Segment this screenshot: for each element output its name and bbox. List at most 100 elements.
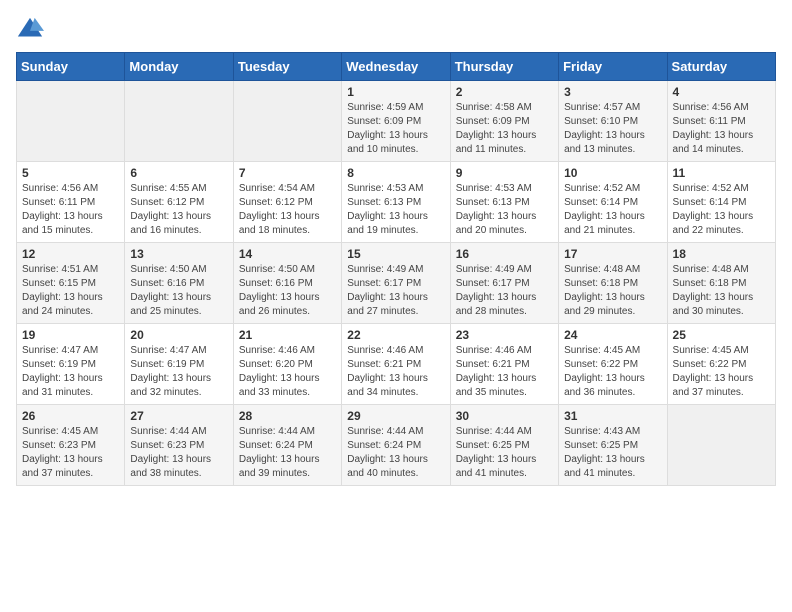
day-info: Sunrise: 4:47 AM Sunset: 6:19 PM Dayligh… (130, 344, 227, 400)
day-cell-9: 9 Sunrise: 4:53 AM Sunset: 6:13 PM Daylig… (450, 162, 558, 243)
calendar-header-row: SundayMondayTuesdayWednesdayThursdayFrid… (17, 53, 776, 81)
day-number: 11 (673, 166, 770, 180)
header-thursday: Thursday (450, 53, 558, 81)
day-number: 24 (564, 328, 661, 342)
day-number: 12 (22, 247, 119, 261)
day-cell-1: 1 Sunrise: 4:59 AM Sunset: 6:09 PM Daylig… (342, 81, 450, 162)
day-number: 6 (130, 166, 227, 180)
header-monday: Monday (125, 53, 233, 81)
logo-icon (16, 16, 44, 44)
calendar-table: SundayMondayTuesdayWednesdayThursdayFrid… (16, 52, 776, 486)
day-number: 2 (456, 85, 553, 99)
day-info: Sunrise: 4:46 AM Sunset: 6:21 PM Dayligh… (347, 344, 444, 400)
day-cell-22: 22 Sunrise: 4:46 AM Sunset: 6:21 PM Dayli… (342, 324, 450, 405)
day-number: 26 (22, 409, 119, 423)
day-info: Sunrise: 4:44 AM Sunset: 6:24 PM Dayligh… (239, 425, 336, 481)
day-info: Sunrise: 4:55 AM Sunset: 6:12 PM Dayligh… (130, 182, 227, 238)
day-number: 17 (564, 247, 661, 261)
day-number: 18 (673, 247, 770, 261)
day-info: Sunrise: 4:43 AM Sunset: 6:25 PM Dayligh… (564, 425, 661, 481)
day-cell-24: 24 Sunrise: 4:45 AM Sunset: 6:22 PM Dayli… (559, 324, 667, 405)
day-cell-11: 11Sunrise: 4:52 AM Sunset: 6:14 PM Dayli… (667, 162, 775, 243)
day-cell-19: 19Sunrise: 4:47 AM Sunset: 6:19 PM Dayli… (17, 324, 125, 405)
day-info: Sunrise: 4:45 AM Sunset: 6:22 PM Dayligh… (564, 344, 661, 400)
header-tuesday: Tuesday (233, 53, 341, 81)
header-sunday: Sunday (17, 53, 125, 81)
day-cell-5: 5 Sunrise: 4:56 AM Sunset: 6:11 PM Daylig… (17, 162, 125, 243)
day-cell-28: 28Sunrise: 4:44 AM Sunset: 6:24 PM Dayli… (233, 405, 341, 486)
day-number: 10 (564, 166, 661, 180)
header-saturday: Saturday (667, 53, 775, 81)
day-number: 14 (239, 247, 336, 261)
day-number: 3 (564, 85, 661, 99)
day-info: Sunrise: 4:49 AM Sunset: 6:17 PM Dayligh… (347, 263, 444, 319)
day-number: 25 (673, 328, 770, 342)
day-info: Sunrise: 4:57 AM Sunset: 6:10 PM Dayligh… (564, 101, 661, 157)
day-info: Sunrise: 4:46 AM Sunset: 6:21 PM Dayligh… (456, 344, 553, 400)
day-info: Sunrise: 4:56 AM Sunset: 6:11 PM Dayligh… (673, 101, 770, 157)
day-info: Sunrise: 4:44 AM Sunset: 6:23 PM Dayligh… (130, 425, 227, 481)
day-cell-29: 29 Sunrise: 4:44 AM Sunset: 6:24 PM Dayli… (342, 405, 450, 486)
day-info: Sunrise: 4:59 AM Sunset: 6:09 PM Dayligh… (347, 101, 444, 157)
week-row-5: 26Sunrise: 4:45 AM Sunset: 6:23 PM Dayli… (17, 405, 776, 486)
day-cell-18: 18 Sunrise: 4:48 AM Sunset: 6:18 PM Dayli… (667, 243, 775, 324)
header-wednesday: Wednesday (342, 53, 450, 81)
day-cell-21: 21Sunrise: 4:46 AM Sunset: 6:20 PM Dayli… (233, 324, 341, 405)
day-cell-7: 7Sunrise: 4:54 AM Sunset: 6:12 PM Daylig… (233, 162, 341, 243)
day-info: Sunrise: 4:44 AM Sunset: 6:24 PM Dayligh… (347, 425, 444, 481)
day-cell-2: 2 Sunrise: 4:58 AM Sunset: 6:09 PM Daylig… (450, 81, 558, 162)
page-header (16, 16, 776, 44)
day-info: Sunrise: 4:52 AM Sunset: 6:14 PM Dayligh… (564, 182, 661, 238)
logo (16, 16, 48, 44)
day-info: Sunrise: 4:53 AM Sunset: 6:13 PM Dayligh… (456, 182, 553, 238)
day-cell-12: 12Sunrise: 4:51 AM Sunset: 6:15 PM Dayli… (17, 243, 125, 324)
day-info: Sunrise: 4:58 AM Sunset: 6:09 PM Dayligh… (456, 101, 553, 157)
week-row-4: 19 Sunrise: 4:47 AM Sunset: 6:19 PM Dayli… (17, 324, 776, 405)
day-cell-26: 26Sunrise: 4:45 AM Sunset: 6:23 PM Dayli… (17, 405, 125, 486)
day-number: 23 (456, 328, 553, 342)
day-number: 4 (673, 85, 770, 99)
day-number: 22 (347, 328, 444, 342)
day-cell-10: 10 Sunrise: 4:52 AM Sunset: 6:14 PM Dayli… (559, 162, 667, 243)
day-cell-16: 16 Sunrise: 4:49 AM Sunset: 6:17 PM Dayli… (450, 243, 558, 324)
day-number: 1 (347, 85, 444, 99)
day-cell-14: 14Sunrise: 4:50 AM Sunset: 6:16 PM Dayli… (233, 243, 341, 324)
day-cell-27: 27 Sunrise: 4:44 AM Sunset: 6:23 PM Dayli… (125, 405, 233, 486)
day-info: Sunrise: 4:56 AM Sunset: 6:11 PM Dayligh… (22, 182, 119, 238)
day-info: Sunrise: 4:53 AM Sunset: 6:13 PM Dayligh… (347, 182, 444, 238)
day-info: Sunrise: 4:45 AM Sunset: 6:22 PM Dayligh… (673, 344, 770, 400)
day-number: 29 (347, 409, 444, 423)
empty-cell (667, 405, 775, 486)
day-info: Sunrise: 4:48 AM Sunset: 6:18 PM Dayligh… (673, 263, 770, 319)
day-info: Sunrise: 4:44 AM Sunset: 6:25 PM Dayligh… (456, 425, 553, 481)
week-row-3: 12Sunrise: 4:51 AM Sunset: 6:15 PM Dayli… (17, 243, 776, 324)
week-row-1: 1 Sunrise: 4:59 AM Sunset: 6:09 PM Daylig… (17, 81, 776, 162)
week-row-2: 5 Sunrise: 4:56 AM Sunset: 6:11 PM Daylig… (17, 162, 776, 243)
day-cell-13: 13 Sunrise: 4:50 AM Sunset: 6:16 PM Dayli… (125, 243, 233, 324)
day-number: 9 (456, 166, 553, 180)
header-friday: Friday (559, 53, 667, 81)
empty-cell (125, 81, 233, 162)
day-number: 30 (456, 409, 553, 423)
day-number: 31 (564, 409, 661, 423)
day-cell-30: 30 Sunrise: 4:44 AM Sunset: 6:25 PM Dayli… (450, 405, 558, 486)
day-info: Sunrise: 4:49 AM Sunset: 6:17 PM Dayligh… (456, 263, 553, 319)
day-cell-3: 3 Sunrise: 4:57 AM Sunset: 6:10 PM Daylig… (559, 81, 667, 162)
day-cell-8: 8 Sunrise: 4:53 AM Sunset: 6:13 PM Daylig… (342, 162, 450, 243)
day-cell-25: 25 Sunrise: 4:45 AM Sunset: 6:22 PM Dayli… (667, 324, 775, 405)
day-cell-31: 31 Sunrise: 4:43 AM Sunset: 6:25 PM Dayli… (559, 405, 667, 486)
day-info: Sunrise: 4:50 AM Sunset: 6:16 PM Dayligh… (130, 263, 227, 319)
day-number: 27 (130, 409, 227, 423)
day-number: 19 (22, 328, 119, 342)
day-cell-4: 4 Sunrise: 4:56 AM Sunset: 6:11 PM Daylig… (667, 81, 775, 162)
day-info: Sunrise: 4:46 AM Sunset: 6:20 PM Dayligh… (239, 344, 336, 400)
day-number: 15 (347, 247, 444, 261)
day-number: 7 (239, 166, 336, 180)
day-number: 13 (130, 247, 227, 261)
day-info: Sunrise: 4:48 AM Sunset: 6:18 PM Dayligh… (564, 263, 661, 319)
day-number: 20 (130, 328, 227, 342)
day-number: 8 (347, 166, 444, 180)
day-number: 5 (22, 166, 119, 180)
day-number: 16 (456, 247, 553, 261)
day-cell-6: 6 Sunrise: 4:55 AM Sunset: 6:12 PM Daylig… (125, 162, 233, 243)
